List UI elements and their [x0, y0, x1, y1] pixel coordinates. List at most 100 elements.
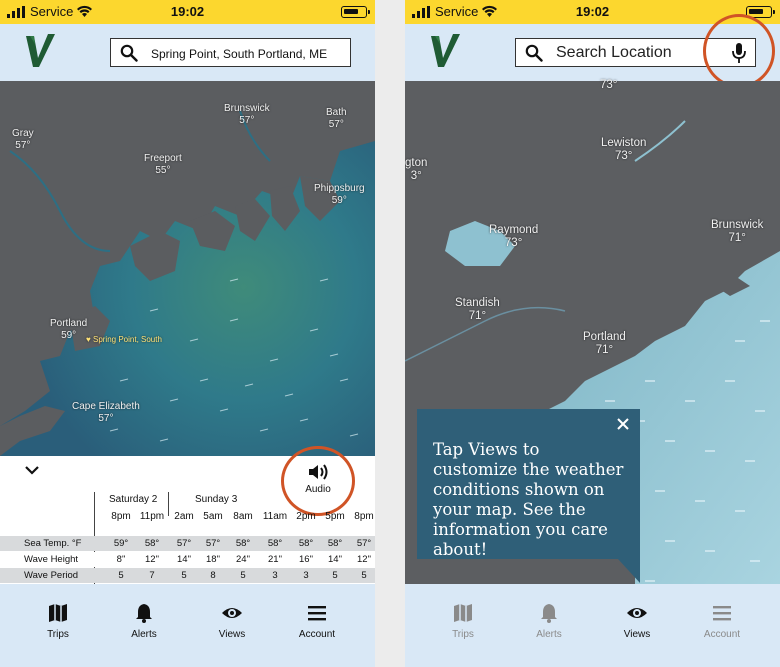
map-canvas[interactable] [0, 81, 375, 456]
table-cell: 58° [144, 538, 160, 549]
table-cell: 18" [206, 554, 220, 565]
time-header: 2pm [296, 511, 316, 522]
close-icon[interactable] [616, 417, 630, 431]
map-icon [49, 604, 67, 622]
table-row: Wave Period 5 7 5 8 5 3 3 5 5 [0, 568, 375, 583]
forecast-panel: Audio Saturday 2 Sunday 3 8pm 11pm 2am 5… [0, 446, 375, 584]
map-label-city: gton 3° [405, 157, 428, 182]
table-cell: 14" [177, 554, 191, 565]
table-cell: 8" [116, 554, 126, 565]
table-cell: 58° [298, 538, 314, 549]
tab-label: Account [703, 629, 741, 640]
time-header: 11am [262, 511, 288, 522]
time-header: 5am [203, 511, 223, 522]
table-cell: 3 [272, 570, 278, 581]
status-time: 19:02 [170, 4, 205, 19]
onboarding-tooltip: Tap Views to customize the weather condi… [417, 409, 640, 583]
table-cell: 57° [205, 538, 221, 549]
time-header-row: 8pm 11pm 2am 5am 8am 11am 2pm 5pm 8pm [0, 511, 375, 525]
map-label-poi[interactable]: ♥ Spring Point, South [86, 334, 162, 346]
highlight-circle [703, 14, 775, 88]
time-header: 8pm [354, 511, 374, 522]
map-label-city: Standish 71° [455, 297, 500, 322]
table-cell: 5 [240, 570, 246, 581]
search-placeholder[interactable]: Search Location [556, 44, 672, 62]
time-header: 5pm [325, 511, 345, 522]
map-label-city: Brunswick 71° [711, 219, 764, 244]
menu-icon [713, 606, 731, 621]
table-cell: 3 [303, 570, 309, 581]
highlight-circle [281, 446, 355, 516]
search-input-value[interactable]: Spring Point, South Portland, ME [151, 47, 327, 61]
bell-icon [541, 604, 557, 623]
map-label-city: Cape Elizabeth 57° [72, 401, 140, 424]
app-logo [431, 34, 460, 67]
time-header: 8am [233, 511, 253, 522]
table-cell: 57° [176, 538, 192, 549]
table-row: Sea Temp. °F 59° 58° 57° 57° 58° 58° 58°… [0, 536, 375, 551]
app-header: Spring Point, South Portland, ME [0, 24, 375, 81]
tab-label: Account [298, 629, 336, 640]
table-cell: 12" [357, 554, 371, 565]
table-cell: 58° [267, 538, 283, 549]
search-icon [120, 44, 138, 62]
row-label: Wave Height [24, 554, 79, 565]
table-cell: 5 [118, 570, 124, 581]
tab-account[interactable]: Account [282, 602, 352, 640]
table-cell: 21" [268, 554, 282, 565]
tab-views[interactable]: Views [197, 602, 267, 640]
tab-alerts[interactable]: Alerts [109, 602, 179, 640]
weather-map[interactable]: 73° Lewiston 73° gton 3° Brunswick 71° Raym… [405, 79, 780, 584]
table-cell: 57° [356, 538, 372, 549]
map-label-city: Portland 59° [50, 318, 88, 341]
heart-pin-icon: ♥ [86, 335, 93, 344]
table-row: Wave Height 8" 12" 14" 18" 24" 21" 16" 1… [0, 552, 375, 567]
tooltip-pointer [618, 559, 640, 583]
map-label-city: Brunswick 57° [224, 103, 270, 126]
table-cell: 7 [149, 570, 155, 581]
bottom-tab-bar: Trips Alerts Views Account [0, 584, 375, 667]
left-phone-screen: Service 19:02 Spring Point, South Portla… [0, 0, 375, 667]
tooltip-text: Tap Views to customize the weather condi… [433, 440, 624, 559]
map-label-city: Phippsburg 59° [314, 183, 365, 206]
day-header: Sunday 3 [195, 494, 238, 505]
search-icon [525, 44, 543, 62]
map-label-city: 73° [600, 79, 618, 91]
day-header: Saturday 2 [109, 494, 158, 505]
tab-label: Views [623, 629, 651, 640]
map-label-city: Freeport 55° [144, 153, 182, 176]
time-header: 2am [174, 511, 194, 522]
table-cell: 58° [327, 538, 343, 549]
table-cell: 14" [328, 554, 342, 565]
bell-icon [136, 604, 152, 623]
table-cell: 59° [113, 538, 129, 549]
map-label-city: Lewiston 73° [601, 137, 647, 162]
tab-trips[interactable]: Trips [23, 602, 93, 640]
tab-trips[interactable]: Trips [428, 602, 498, 640]
row-label: Sea Temp. °F [24, 538, 82, 549]
table-cell: 24" [236, 554, 250, 565]
table-cell: 5 [332, 570, 338, 581]
weather-map[interactable]: Brunswick 57° Bath 57° Gray 57° Freeport 55°… [0, 81, 375, 456]
eye-icon [222, 608, 242, 618]
tab-alerts[interactable]: Alerts [514, 602, 584, 640]
map-label-city: Raymond 73° [489, 224, 539, 249]
map-label-city: Portland 71° [583, 331, 626, 356]
tab-views[interactable]: Views [602, 602, 672, 640]
map-icon [454, 604, 472, 622]
map-label-city: Bath 57° [326, 107, 347, 130]
menu-icon [308, 606, 326, 621]
eye-icon [627, 608, 647, 618]
time-header: 11pm [139, 511, 165, 522]
table-cell: 16" [299, 554, 313, 565]
bottom-tab-bar: Trips Alerts Views Account [405, 584, 780, 667]
search-field[interactable]: Spring Point, South Portland, ME [110, 38, 351, 67]
table-cell: 58° [235, 538, 251, 549]
status-bar: Service 19:02 [0, 0, 375, 24]
map-label-city: Gray 57° [12, 128, 34, 151]
app-logo [26, 34, 55, 67]
row-label: Wave Period [24, 570, 79, 581]
chevron-down-icon[interactable] [24, 464, 40, 476]
table-cell: 8 [210, 570, 216, 581]
tab-account[interactable]: Account [687, 602, 757, 640]
